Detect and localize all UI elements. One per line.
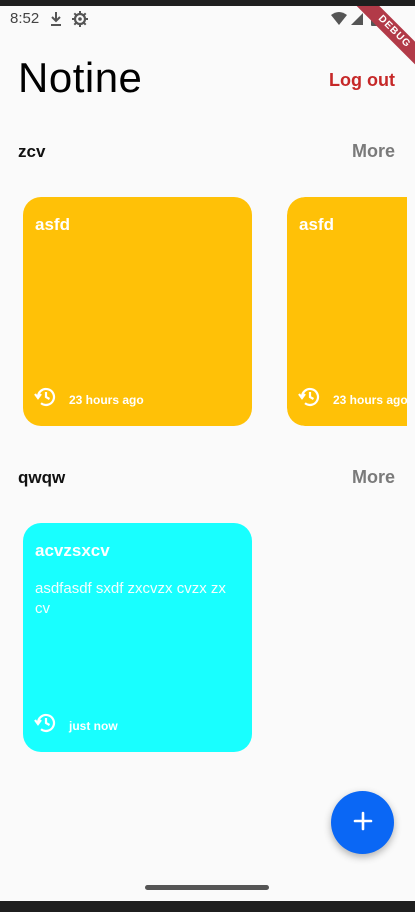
history-icon bbox=[34, 385, 58, 414]
note-time: 23 hours ago bbox=[69, 392, 144, 407]
note-card-clip: asfd 23 hours ago bbox=[287, 197, 407, 426]
note-card[interactable]: acvzsxcv asdfasdf sxdf zxcvzx cvzx zx cv… bbox=[23, 523, 252, 752]
home-indicator[interactable] bbox=[145, 885, 269, 890]
section-title: zcv bbox=[18, 142, 46, 161]
note-card[interactable]: asfd 23 hours ago bbox=[23, 197, 252, 426]
more-button[interactable]: More bbox=[352, 141, 395, 162]
logout-button[interactable]: Log out bbox=[329, 66, 395, 95]
download-icon bbox=[50, 11, 62, 31]
settings-icon bbox=[72, 11, 88, 31]
note-body: asdfasdf sxdf zxcvzx cvzx zx cv bbox=[35, 580, 226, 617]
app-screen: 8:52 DEBUG Notine Log out zcv More asfd … bbox=[0, 6, 415, 901]
status-time: 8:52 bbox=[10, 10, 40, 27]
more-button[interactable]: More bbox=[352, 467, 395, 488]
history-icon bbox=[298, 385, 322, 414]
note-title: acvzsxcv bbox=[35, 541, 110, 560]
note-footer: 23 hours ago bbox=[298, 385, 407, 414]
note-time: just now bbox=[69, 718, 118, 733]
note-time: 23 hours ago bbox=[333, 392, 407, 407]
section-title: qwqw bbox=[18, 468, 66, 487]
add-note-button[interactable] bbox=[331, 791, 394, 854]
signal-icon bbox=[351, 13, 363, 25]
note-card[interactable]: asfd 23 hours ago bbox=[287, 197, 407, 426]
note-title: asfd bbox=[299, 215, 334, 234]
page-title: Notine bbox=[18, 54, 143, 101]
status-bar: 8:52 bbox=[0, 6, 415, 32]
note-footer: just now bbox=[34, 711, 118, 740]
wifi-icon bbox=[331, 12, 347, 25]
note-footer: 23 hours ago bbox=[34, 385, 144, 414]
note-title: asfd bbox=[35, 215, 70, 234]
history-icon bbox=[34, 711, 58, 740]
plus-icon bbox=[353, 811, 373, 835]
